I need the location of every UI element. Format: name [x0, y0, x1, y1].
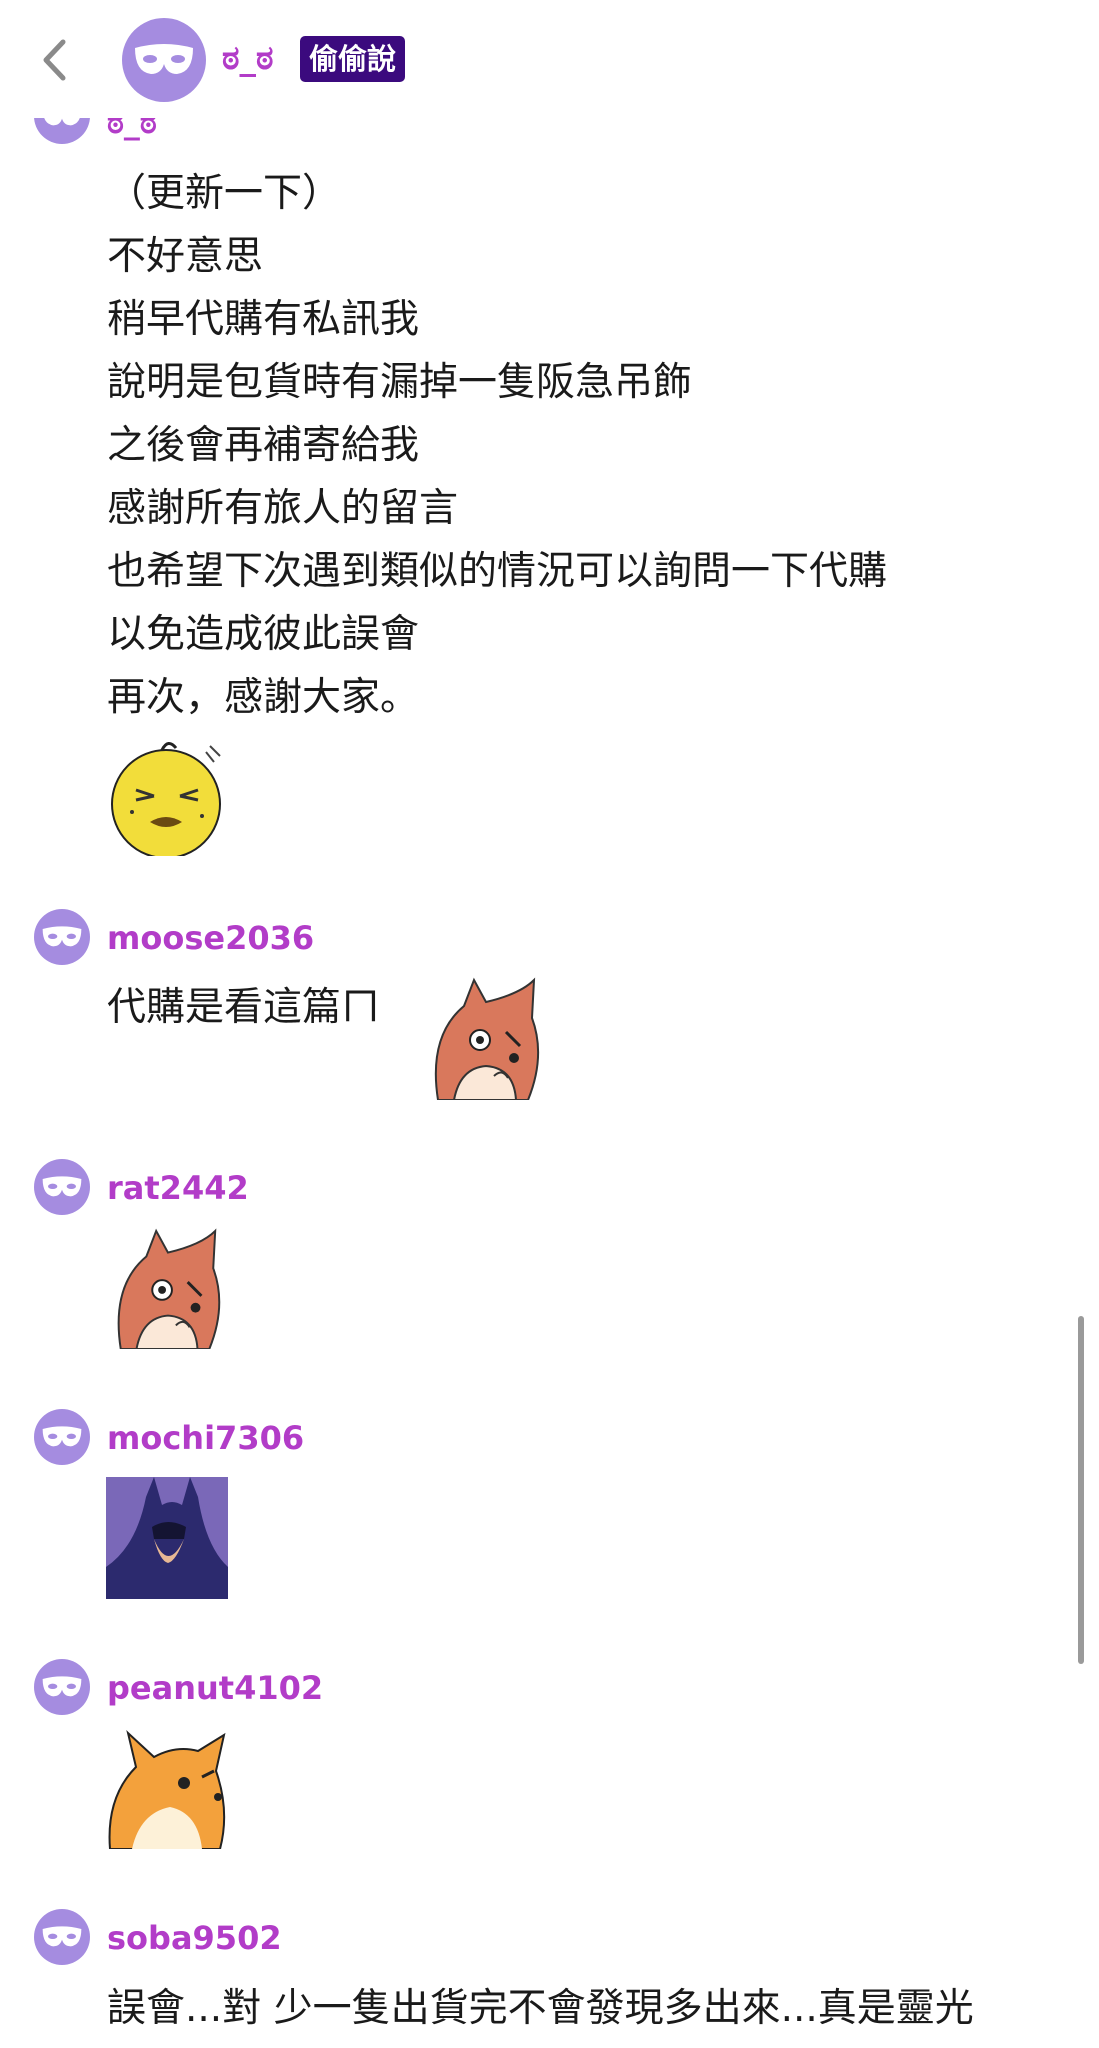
comment-line: 感謝所有旅人的留言 — [107, 486, 459, 531]
comment-line: 誤會...對 少一隻出貨完不會發現多出來...真是靈光 — [107, 1986, 974, 2031]
comment-username[interactable]: peanut4102 — [107, 1669, 323, 1707]
author-name[interactable]: ಠ_ಠ — [222, 38, 273, 78]
back-button[interactable] — [34, 34, 74, 86]
chevron-left-icon — [43, 39, 66, 81]
comment-line: 再次，感謝大家。 — [107, 675, 420, 720]
board-badge[interactable]: 偷偷說 — [300, 36, 406, 82]
comment-username[interactable]: mochi7306 — [107, 1419, 304, 1457]
comment-body: （更新一下） 不好意思 稍早代購有私訊我 說明是包貨時有漏掉一隻阪急吊飾 之後會… — [107, 162, 887, 729]
user-avatar[interactable] — [34, 1659, 90, 1715]
comment-line: 之後會再補寄給我 — [107, 423, 420, 468]
user-avatar[interactable] — [34, 1159, 90, 1215]
top-bar: ಠ_ಠ 偷偷說 — [0, 0, 1099, 118]
comment-line: 也希望下次遇到類似的情況可以詢問一下代購 — [107, 549, 888, 594]
fox-thinking-sticker[interactable] — [424, 976, 546, 1104]
mask-icon — [42, 1926, 82, 1947]
fox-thinking-sticker[interactable] — [106, 1227, 228, 1353]
mask-icon — [42, 1676, 82, 1697]
yellow-chick-sticker[interactable] — [106, 738, 230, 860]
user-avatar[interactable] — [34, 909, 90, 965]
user-avatar[interactable] — [34, 1409, 90, 1465]
comment-line: 以免造成彼此誤會 — [107, 612, 420, 657]
comment-username[interactable]: rat2442 — [107, 1169, 249, 1207]
comment-body: 代購是看這篇ㄇ — [107, 976, 380, 1039]
comment-line: （更新一下） — [107, 171, 342, 216]
comment-username[interactable]: moose2036 — [107, 919, 314, 957]
comment-line: 稍早代購有私訊我 — [107, 297, 420, 342]
mask-icon — [42, 926, 82, 947]
shiba-side-eye-sticker[interactable] — [106, 1727, 228, 1853]
user-avatar[interactable] — [34, 1909, 90, 1965]
comment-body: 誤會...對 少一隻出貨完不會發現多出來...真是靈光 — [107, 1977, 974, 2040]
batman-thinking-sticker[interactable] — [106, 1477, 228, 1603]
comment-line: 不好意思 — [107, 234, 264, 279]
mask-icon — [42, 1426, 82, 1447]
comment-line: 說明是包貨時有漏掉一隻阪急吊飾 — [107, 360, 693, 405]
mask-icon — [135, 44, 193, 74]
author-avatar[interactable] — [122, 18, 206, 102]
comment-line: 代購是看這篇ㄇ — [107, 985, 381, 1030]
scrollbar[interactable] — [1078, 1316, 1084, 1664]
comment-username[interactable]: soba9502 — [107, 1919, 282, 1957]
mask-icon — [42, 1176, 82, 1197]
